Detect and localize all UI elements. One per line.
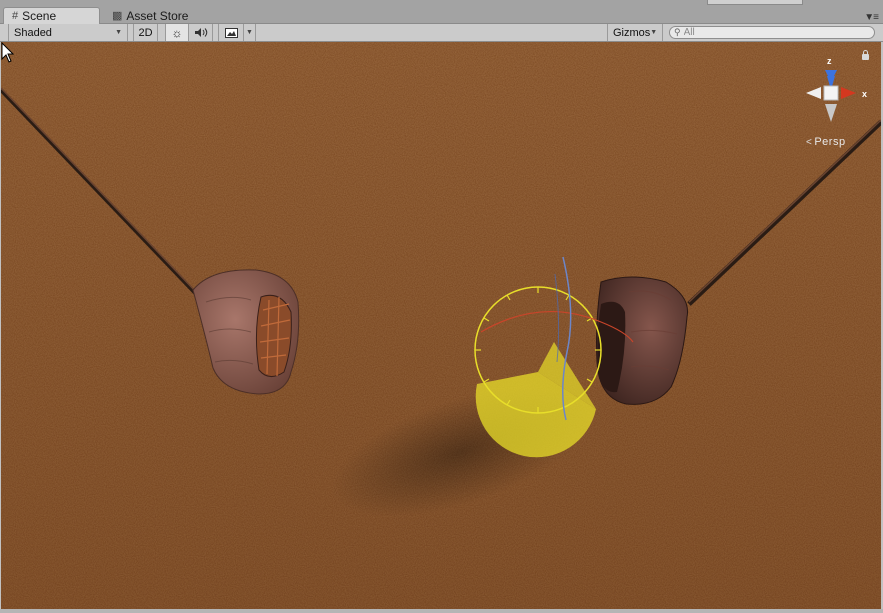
sand-ground bbox=[1, 42, 881, 609]
toggle-2d-button[interactable]: 2D bbox=[133, 24, 158, 41]
shading-mode-dropdown[interactable]: Shaded ▼ bbox=[8, 24, 128, 41]
editor-tab-bar: # Scene ▩ Asset Store ▼≡ bbox=[0, 0, 883, 24]
tab-scene-label: Scene bbox=[22, 9, 57, 23]
z-axis-label: z bbox=[827, 56, 832, 66]
image-effects-icon bbox=[224, 27, 238, 38]
scene-effects-toggle[interactable] bbox=[218, 24, 244, 41]
tab-menu-icon[interactable]: ▼≡ bbox=[864, 12, 879, 23]
tab-scene[interactable]: # Scene bbox=[3, 7, 100, 24]
perspective-icon: < bbox=[806, 137, 813, 148]
toggle-2d-label: 2D bbox=[138, 26, 153, 39]
dropdown-arrow-icon: ▼ bbox=[115, 29, 122, 36]
tab-asset-store[interactable]: ▩ Asset Store bbox=[104, 7, 214, 24]
mouse-cursor-icon bbox=[1, 42, 15, 63]
x-axis-label: x bbox=[862, 89, 868, 99]
search-input[interactable] bbox=[683, 27, 864, 38]
hierarchy-search[interactable]: ⚲ bbox=[669, 26, 875, 39]
speaker-icon bbox=[194, 28, 207, 37]
window-control-buttons[interactable] bbox=[707, 0, 803, 5]
scene-lighting-toggle[interactable]: ☼ bbox=[165, 24, 189, 41]
center-cube[interactable] bbox=[823, 85, 839, 101]
sun-icon: ☼ bbox=[171, 25, 183, 40]
gizmos-dropdown[interactable]: Gizmos ▼ bbox=[607, 24, 663, 41]
grid-icon: # bbox=[12, 10, 19, 22]
scene-render bbox=[1, 42, 881, 609]
scene-audio-toggle[interactable] bbox=[189, 24, 213, 41]
dropdown-arrow-icon: ▼ bbox=[246, 29, 253, 36]
store-icon: ▩ bbox=[112, 10, 123, 22]
window-bottom-edge bbox=[0, 609, 883, 613]
shading-mode-label: Shaded bbox=[14, 26, 52, 39]
tab-asset-store-label: Asset Store bbox=[126, 8, 189, 23]
lock-icon[interactable] bbox=[862, 50, 869, 60]
scene-viewport[interactable]: z x < Persp bbox=[1, 42, 881, 609]
scene-toolbar: Shaded ▼ 2D ☼ ▼ Gizmos ▼ ⚲ bbox=[0, 24, 883, 42]
search-icon: ⚲ bbox=[674, 27, 681, 37]
dropdown-arrow-icon: ▼ bbox=[650, 29, 658, 36]
projection-toggle[interactable]: < Persp bbox=[806, 136, 846, 148]
effects-dropdown[interactable]: ▼ bbox=[244, 24, 256, 41]
projection-label: Persp bbox=[814, 136, 846, 148]
gizmos-label: Gizmos bbox=[613, 26, 651, 39]
